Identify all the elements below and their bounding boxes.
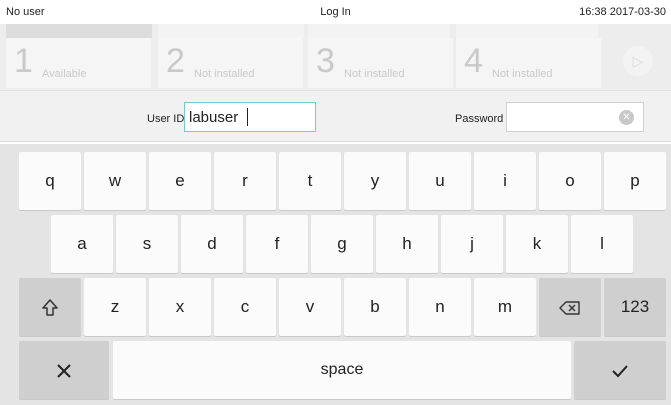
shift-key[interactable] — [19, 278, 81, 336]
key-z[interactable]: z — [84, 278, 146, 336]
key-u[interactable]: u — [409, 152, 471, 210]
bay-status: Available — [42, 68, 87, 80]
key-a[interactable]: a — [51, 215, 113, 273]
backspace-icon — [559, 300, 580, 315]
bay-tab-3 — [308, 24, 450, 38]
key-g[interactable]: g — [311, 215, 373, 273]
user-id-value: labuser — [189, 109, 239, 126]
bay-status: Not installed — [194, 68, 255, 80]
key-j[interactable]: j — [441, 215, 503, 273]
bay-number: 4 — [464, 42, 483, 80]
key-m[interactable]: m — [474, 278, 536, 336]
next-icon[interactable]: ▷ — [623, 46, 653, 76]
check-icon — [612, 364, 628, 377]
key-e[interactable]: e — [149, 152, 211, 210]
bay-tab-2 — [158, 24, 304, 38]
key-x[interactable]: x — [149, 278, 211, 336]
key-b[interactable]: b — [344, 278, 406, 336]
key-k[interactable]: k — [506, 215, 568, 273]
bay-number: 1 — [14, 42, 33, 80]
confirm-key[interactable] — [574, 341, 666, 399]
key-f[interactable]: f — [246, 215, 308, 273]
key-s[interactable]: s — [116, 215, 178, 273]
bay-3[interactable]: 3 Not installed — [308, 38, 453, 88]
bay-status: Not installed — [492, 68, 553, 80]
key-i[interactable]: i — [474, 152, 536, 210]
date-time: 16:38 2017-03-30 — [579, 6, 666, 18]
close-icon — [57, 363, 71, 378]
key-w[interactable]: w — [84, 152, 146, 210]
bay-selector: 1 Available 2 Not installed 3 Not instal… — [0, 24, 671, 90]
key-c[interactable]: c — [214, 278, 276, 336]
key-r[interactable]: r — [214, 152, 276, 210]
bay-tab-1 — [6, 24, 152, 38]
key-o[interactable]: o — [539, 152, 601, 210]
key-y[interactable]: y — [344, 152, 406, 210]
key-v[interactable]: v — [279, 278, 341, 336]
key-l[interactable]: l — [571, 215, 633, 273]
password-input[interactable]: ✕ — [506, 102, 644, 132]
key-p[interactable]: p — [604, 152, 666, 210]
key-n[interactable]: n — [409, 278, 471, 336]
bay-1[interactable]: 1 Available — [6, 38, 151, 88]
bay-number: 3 — [316, 42, 335, 80]
user-id-input[interactable]: labuser — [184, 102, 316, 132]
password-label: Password — [455, 113, 504, 125]
on-screen-keyboard: q w e r t y u i o p a s d f g h j k l z … — [0, 144, 671, 405]
backspace-key[interactable] — [539, 278, 601, 336]
numbers-key[interactable]: 123 — [604, 278, 666, 336]
bay-tab-4 — [456, 24, 598, 38]
key-d[interactable]: d — [181, 215, 243, 273]
login-form: User ID labuser Password ✕ — [0, 90, 671, 142]
shift-icon — [42, 298, 58, 316]
bay-2[interactable]: 2 Not installed — [158, 38, 303, 88]
key-t[interactable]: t — [279, 152, 341, 210]
user-id-label: User ID — [147, 113, 185, 125]
screen-title: Log In — [320, 6, 351, 18]
space-key[interactable]: space — [113, 341, 571, 399]
key-q[interactable]: q — [19, 152, 81, 210]
key-h[interactable]: h — [376, 215, 438, 273]
bay-number: 2 — [166, 42, 185, 80]
cancel-key[interactable] — [19, 341, 109, 399]
text-caret — [247, 108, 248, 126]
clear-icon[interactable]: ✕ — [619, 110, 634, 125]
status-bar: No user Log In 16:38 2017-03-30 — [0, 0, 671, 24]
bay-status: Not installed — [344, 68, 405, 80]
bay-4[interactable]: 4 Not installed — [456, 38, 601, 88]
